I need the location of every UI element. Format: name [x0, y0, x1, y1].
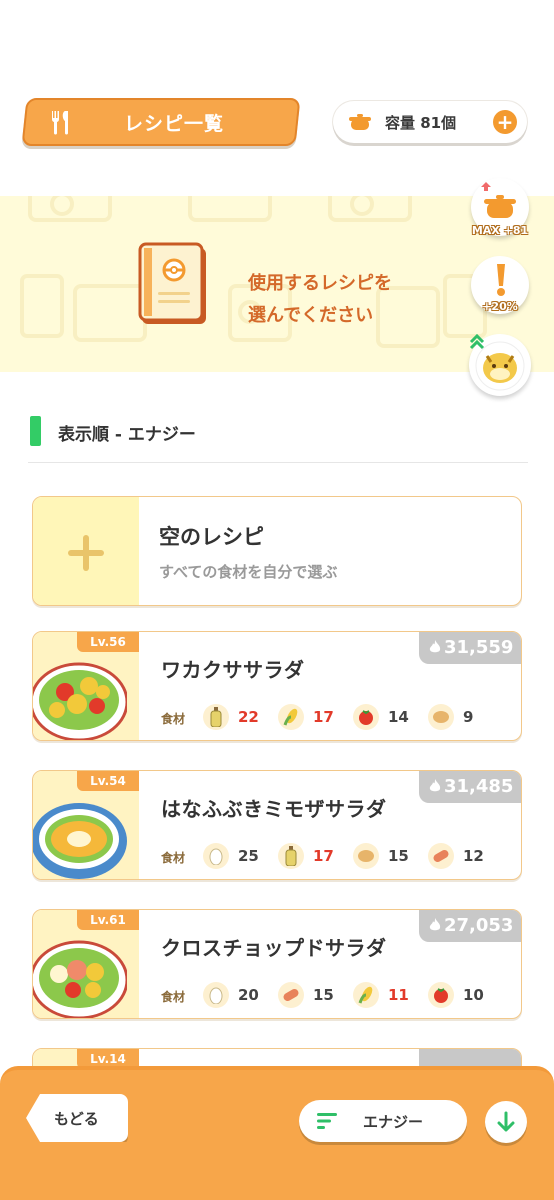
ingredient-count: 11: [388, 986, 409, 1004]
recipe-name: クロスチョップドサラダ: [161, 936, 387, 960]
recipe-level-badge: Lv.54: [77, 771, 139, 791]
flame-icon: [429, 918, 441, 931]
pokemon-helper-button[interactable]: [469, 333, 531, 396]
ingredient-count: 15: [313, 986, 334, 1004]
corn-icon: [353, 982, 379, 1008]
instruction-line-1: 使用するレシピを: [248, 273, 392, 294]
recipe-energy: 27,053: [419, 910, 521, 942]
ingredient: 10: [428, 982, 484, 1008]
recipe-card[interactable]: Lv.61 クロスチョップドサラダ 27,053 食材 20 15 11 10: [32, 909, 522, 1019]
recipe-level-badge: Lv.61: [77, 910, 139, 930]
ingredients-label: 食材: [161, 851, 186, 865]
pot-capacity-button[interactable]: 容量 81個 +: [333, 101, 527, 143]
empty-recipe-card[interactable]: 空のレシピ すべての食材を自分で選ぶ: [32, 496, 522, 606]
arrow-down-icon: [497, 1111, 515, 1132]
potato-icon: [353, 843, 379, 869]
ingredient-count: 15: [388, 847, 409, 865]
chopped-salad-icon: [33, 940, 127, 1018]
wakakusa-salad-icon: [33, 662, 127, 740]
ingredient-count: 12: [463, 847, 484, 865]
ingredient: 12: [428, 843, 484, 869]
empty-recipe-subtitle: すべての食材を自分で選ぶ: [159, 563, 338, 581]
ingredient-count: 20: [238, 986, 259, 1004]
ingredient: 9: [428, 704, 473, 730]
energy-value: 31,485: [444, 776, 514, 797]
ingredient: 20: [203, 982, 259, 1008]
ingredient-count: 9: [463, 708, 474, 726]
plus-icon: [68, 535, 104, 571]
recipe-book-icon: [138, 242, 206, 324]
ingredients-label: 食材: [161, 990, 186, 1004]
ingredient: 25: [203, 843, 259, 869]
empty-recipe-title: 空のレシピ: [159, 525, 264, 549]
empty-recipe-thumb: [33, 497, 139, 605]
ingredient: 17: [278, 704, 334, 730]
recipe-card[interactable]: Lv.56 ワカクササラダ 31,559 食材 22 17 14 9: [32, 631, 522, 741]
oil-bottle-icon: [203, 704, 229, 730]
tomato-icon: [428, 982, 454, 1008]
bonus-button[interactable]: +20%: [471, 256, 529, 314]
ingredient-count: 22: [238, 708, 259, 726]
divider: [28, 462, 528, 463]
ingredient-count: 25: [238, 847, 259, 865]
recipe-name: ワカクササラダ: [161, 658, 305, 682]
flame-icon: [429, 779, 441, 792]
ingredient: 22: [203, 704, 259, 730]
recipe-level-badge: Lv.56: [77, 632, 139, 652]
pokemon-avatar-icon: [469, 333, 525, 391]
capacity-label: 容量 81個: [385, 114, 457, 132]
sort-order-label: 表示順 - エナジー: [58, 425, 196, 445]
ingredient: 14: [353, 704, 409, 730]
sort-lines-icon: [317, 1113, 337, 1129]
recipe-energy: 31,485: [419, 771, 521, 803]
recipe-card[interactable]: Lv.54 はなふぶきミモザサラダ 31,485 食材 25 17 15 12: [32, 770, 522, 880]
sort-button[interactable]: エナジー: [299, 1100, 467, 1142]
ingredient: 15: [278, 982, 334, 1008]
tomato-icon: [353, 704, 379, 730]
sort-button-label: エナジー: [363, 1113, 424, 1131]
flame-icon: [429, 640, 441, 653]
recipe-name: はなふぶきミモザサラダ: [161, 797, 387, 821]
ingredient-count: 10: [463, 986, 484, 1004]
ingredient-count: 14: [388, 708, 409, 726]
ingredient-count: 17: [313, 847, 334, 865]
sort-marker: [30, 416, 41, 446]
bottom-toolbar: もどる エナジー: [0, 1066, 554, 1200]
energy-value: 31,559: [444, 637, 514, 658]
add-capacity-icon[interactable]: +: [493, 110, 517, 134]
egg-icon: [203, 982, 229, 1008]
page-title: レシピ一覧: [123, 112, 224, 135]
mimosa-salad-icon: [33, 803, 127, 879]
pot-upgrade-label: MAX +81: [471, 224, 529, 237]
ingredient-count: 17: [313, 708, 334, 726]
ingredient: 15: [353, 843, 409, 869]
instruction-line-2: 選んでください: [248, 305, 374, 326]
oil-bottle-icon: [278, 843, 304, 869]
ingredient: 17: [278, 843, 334, 869]
sausage-icon: [278, 982, 304, 1008]
pot-upgrade-button[interactable]: MAX +81: [471, 178, 529, 237]
ingredient: 11: [353, 982, 409, 1008]
corn-icon: [278, 704, 304, 730]
pot-icon: [349, 114, 371, 130]
sort-direction-button[interactable]: [485, 1101, 527, 1143]
energy-value: 27,053: [444, 915, 514, 936]
instruction-text: 使用するレシピを 選んでください: [248, 268, 392, 332]
sausage-icon: [428, 843, 454, 869]
egg-icon: [203, 843, 229, 869]
recipe-energy: 31,559: [419, 632, 521, 664]
back-button-label[interactable]: もどる: [54, 1108, 99, 1129]
potato-icon: [428, 704, 454, 730]
ingredients-label: 食材: [161, 712, 186, 726]
bonus-label: +20%: [482, 300, 518, 313]
recipe-list-header: レシピ一覧: [24, 98, 298, 146]
